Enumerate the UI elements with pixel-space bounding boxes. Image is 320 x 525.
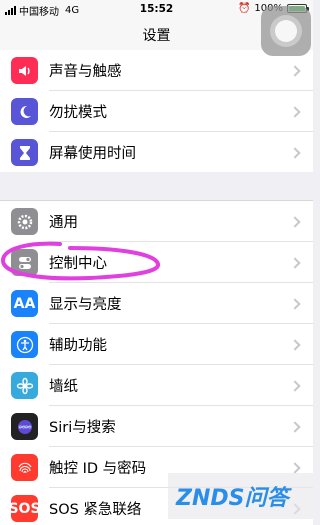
sos-icon: SOS	[8, 495, 41, 522]
settings-item-label: 辅助功能	[49, 338, 107, 354]
settings-item-display-brightness[interactable]: AA 显示与亮度	[0, 283, 313, 324]
accessibility-icon	[11, 331, 38, 358]
toggles-icon	[11, 249, 38, 276]
alarm-icon: ⏰	[237, 3, 251, 14]
settings-item-wallpaper[interactable]: 墙纸	[0, 365, 313, 406]
zndsu-watermark-logo: ZNDS问答	[168, 473, 313, 519]
settings-item-label: 控制中心	[49, 256, 107, 272]
flower-icon	[11, 372, 38, 399]
settings-item-label: 墙纸	[49, 379, 78, 395]
chevron-right-icon	[289, 256, 301, 269]
settings-item-label: 勿扰模式	[49, 105, 107, 121]
settings-item-label: SOS 紧急联络	[49, 502, 142, 518]
settings-item-label: 触控 ID 与密码	[49, 461, 147, 477]
settings-item-accessibility[interactable]: 辅助功能	[0, 324, 313, 365]
chevron-right-icon	[289, 215, 301, 228]
speaker-icon	[11, 57, 38, 84]
hourglass-icon	[11, 139, 38, 166]
settings-item-label: Siri与搜索	[49, 420, 116, 436]
siri-icon	[11, 413, 38, 440]
chevron-right-icon	[289, 297, 301, 310]
settings-item-label: 声音与触感	[49, 64, 122, 80]
chevron-right-icon	[289, 146, 301, 159]
moon-icon	[11, 98, 38, 125]
chevron-right-icon	[289, 338, 301, 351]
chevron-right-icon	[289, 64, 301, 77]
settings-item-label: 通用	[49, 215, 78, 231]
assistive-touch-button[interactable]	[261, 6, 311, 56]
text-size-icon: AA	[11, 290, 38, 317]
chevron-right-icon	[289, 461, 301, 474]
settings-item-label: 屏幕使用时间	[49, 146, 136, 162]
settings-item-label: 显示与亮度	[49, 297, 122, 313]
chevron-right-icon	[289, 420, 301, 433]
settings-group-1: 声音与触感 勿扰模式 屏幕使用时间	[0, 50, 313, 172]
settings-item-sounds[interactable]: 声音与触感	[0, 50, 313, 91]
chevron-right-icon	[289, 379, 301, 392]
chevron-right-icon	[289, 105, 301, 118]
settings-item-control-center[interactable]: 控制中心	[0, 242, 313, 283]
settings-item-general[interactable]: 通用	[0, 201, 313, 242]
settings-item-screen-time[interactable]: 屏幕使用时间	[0, 132, 313, 172]
settings-item-do-not-disturb[interactable]: 勿扰模式	[0, 91, 313, 132]
gear-icon	[11, 208, 38, 235]
settings-item-siri-search[interactable]: Siri与搜索	[0, 406, 313, 447]
fingerprint-icon	[11, 454, 38, 481]
page-title: 设置	[142, 28, 171, 44]
